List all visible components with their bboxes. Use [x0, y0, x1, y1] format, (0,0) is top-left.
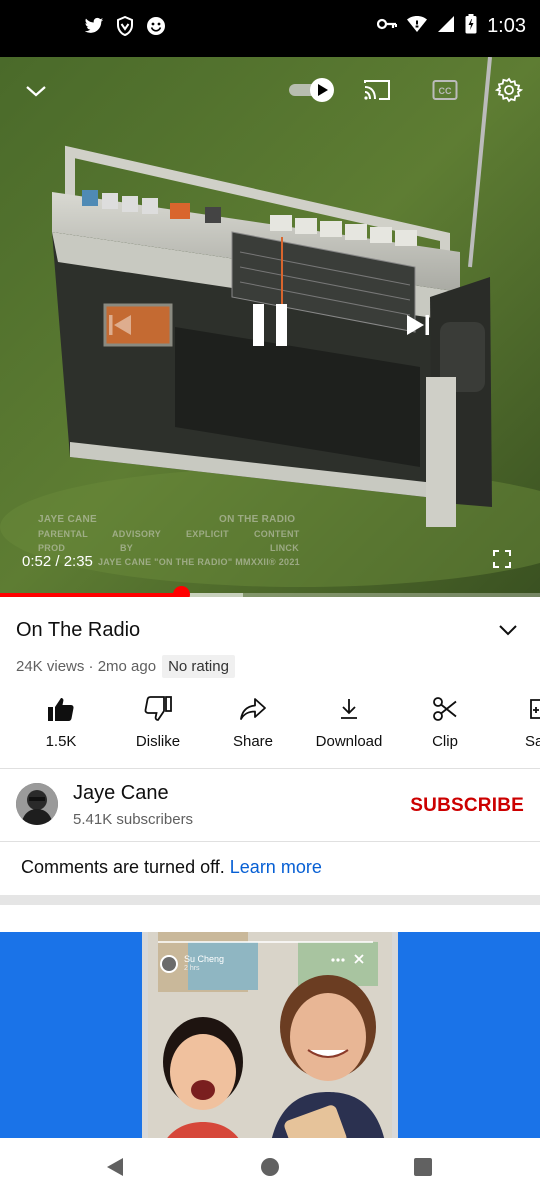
scrubber-handle[interactable]: [172, 586, 190, 597]
progress-bar[interactable]: [0, 586, 540, 597]
views-age: 24K views · 2mo ago: [16, 658, 157, 675]
gear-icon: [494, 76, 524, 109]
prod-1: PROD: [38, 543, 66, 553]
comments-off-text: Comments are turned off.: [21, 857, 225, 877]
download-label: Download: [315, 733, 383, 750]
fullscreen-button[interactable]: [488, 547, 516, 575]
back-triangle-icon: [105, 1156, 125, 1183]
ad-story-time: 2 hrs: [184, 965, 200, 972]
album-artist: JAYE CANE: [38, 514, 98, 525]
minimize-button[interactable]: [20, 79, 52, 107]
album-copyright: JAYE CANE "ON THE RADIO" MMXXII® 2021: [98, 557, 300, 567]
subscribe-button[interactable]: SUBSCRIBE: [410, 795, 524, 817]
advisory-3: EXPLICIT: [186, 529, 229, 539]
clip-label: Clip: [432, 733, 458, 750]
avatar[interactable]: [16, 783, 58, 825]
settings-button[interactable]: [492, 75, 526, 109]
chevron-down-icon: [25, 84, 47, 103]
cast-icon: [363, 79, 391, 106]
captions-icon: CC: [432, 79, 458, 106]
rating-badge: No rating: [162, 655, 235, 678]
dislike-button[interactable]: Dislike: [110, 693, 206, 750]
action-bar: 1.5K Dislike Share Download Clip Sa: [0, 693, 540, 767]
subscriber-count: 5.41K subscribers: [73, 811, 194, 828]
system-nav-bar: [0, 1138, 540, 1200]
share-button[interactable]: Share: [205, 693, 301, 750]
home-button[interactable]: [255, 1154, 285, 1184]
channel-name[interactable]: Jaye Cane: [73, 782, 169, 805]
album-title: ON THE RADIO: [219, 514, 296, 525]
skip-next-icon: [404, 311, 432, 344]
channel-row[interactable]: Jaye Cane 5.41K subscribers SUBSCRIBE: [0, 768, 540, 840]
share-label: Share: [232, 733, 274, 750]
download-icon: [338, 697, 360, 726]
smiley-icon: [146, 16, 166, 41]
captions-button[interactable]: CC: [428, 77, 462, 107]
like-icon: [47, 696, 75, 727]
ad-banner[interactable]: Su Cheng 2 hrs: [0, 932, 540, 1138]
status-bar: 1:03: [0, 0, 540, 57]
video-title[interactable]: On The Radio: [16, 619, 140, 642]
ad-phone-mockup: Su Cheng 2 hrs: [142, 932, 398, 1138]
save-label: Sa: [525, 733, 540, 750]
advisory-2: ADVISORY: [112, 529, 162, 539]
next-button[interactable]: [398, 307, 438, 347]
scissors-icon: [432, 696, 458, 727]
video-meta: 24K views · 2mo ago No rating: [16, 655, 235, 678]
clip-button[interactable]: Clip: [397, 693, 493, 750]
dislike-label: Dislike: [135, 733, 181, 750]
ad-story-user: Su Cheng: [184, 954, 225, 964]
battery-icon: [465, 14, 477, 39]
autoplay-toggle[interactable]: [286, 77, 338, 107]
prod-3: LINCK: [270, 543, 299, 553]
svg-text:CC: CC: [439, 86, 452, 96]
key-icon: [376, 17, 398, 36]
time-display: 0:52 / 2:35: [22, 553, 93, 570]
shield-icon: [116, 15, 134, 41]
learn-more-link[interactable]: Learn more: [230, 857, 322, 877]
like-button[interactable]: 1.5K: [13, 693, 109, 750]
recents-square-icon: [413, 1157, 433, 1182]
advisory-1: PARENTAL: [38, 529, 89, 539]
back-button[interactable]: [100, 1154, 130, 1184]
progress-played: [0, 593, 181, 597]
recents-button[interactable]: [408, 1154, 438, 1184]
cast-button[interactable]: [360, 77, 394, 107]
twitter-icon: [84, 17, 104, 40]
video-player[interactable]: CC JAYE CANE ON THE RADIO PARENTAL ADVIS…: [0, 57, 540, 597]
expand-description-button[interactable]: [498, 623, 518, 641]
section-separator: [0, 895, 540, 905]
clock: 1:03: [487, 15, 526, 37]
fullscreen-icon: [493, 549, 511, 573]
download-button[interactable]: Download: [301, 693, 397, 750]
share-icon: [239, 697, 267, 726]
pause-button[interactable]: [240, 299, 300, 355]
comments-notice: Comments are turned off. Learn more: [0, 842, 540, 896]
like-count: 1.5K: [45, 733, 77, 750]
chevron-down-icon: [498, 623, 518, 640]
dislike-icon: [144, 695, 172, 727]
signal-icon: [437, 15, 455, 38]
pause-icon: [250, 302, 290, 353]
autoplay-icon: [287, 76, 337, 109]
wifi-icon: [407, 15, 428, 38]
home-circle-icon: [260, 1157, 280, 1182]
skip-previous-icon: [106, 311, 134, 344]
save-icon: [527, 697, 540, 726]
save-button[interactable]: Sa: [493, 693, 540, 750]
previous-button[interactable]: [100, 307, 140, 347]
advisory-4: CONTENT: [254, 529, 300, 539]
prod-2: BY: [120, 543, 134, 553]
